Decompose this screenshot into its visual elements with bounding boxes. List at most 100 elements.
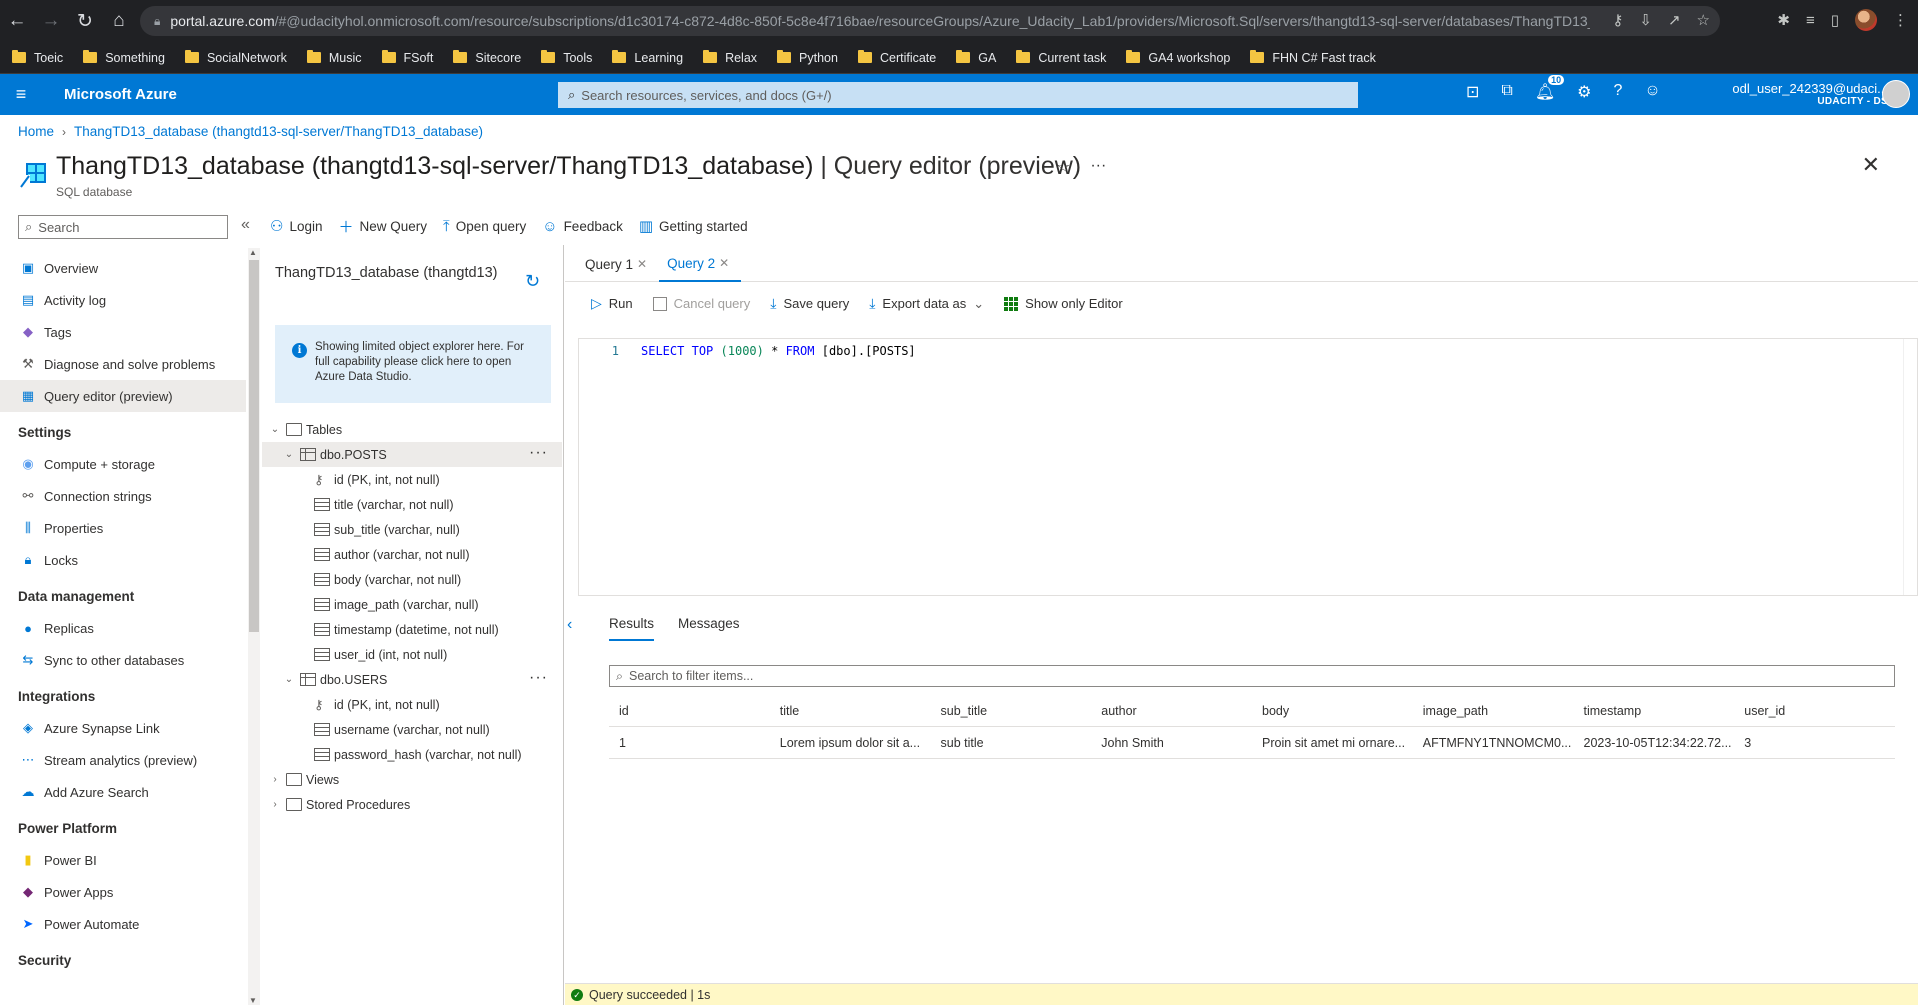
login-button[interactable]: ⚇ Login bbox=[270, 217, 323, 235]
table-cell[interactable]: Lorem ipsum dolor sit a... bbox=[770, 736, 931, 750]
getting-started-button[interactable]: ▥ Getting started bbox=[639, 217, 748, 235]
table-cell[interactable]: AFTMFNY1TNNOMCM0... bbox=[1413, 736, 1574, 750]
tree-node-column[interactable]: title (varchar, not null) bbox=[262, 492, 562, 517]
tree-node-column[interactable]: timestamp (datetime, not null) bbox=[262, 617, 562, 642]
more-options-icon[interactable]: ··· bbox=[529, 669, 548, 687]
chevron-down-icon[interactable]: ⌄ bbox=[268, 424, 282, 435]
profile-avatar[interactable] bbox=[1855, 9, 1877, 31]
tree-node-tables[interactable]: ⌄ Tables bbox=[262, 417, 562, 442]
column-header[interactable]: sub_title bbox=[931, 704, 1092, 718]
reading-list-icon[interactable]: ≡ bbox=[1806, 12, 1815, 29]
sql-code-editor[interactable]: 1 SELECT TOP (1000) * FROM [dbo].[POSTS] bbox=[578, 338, 1918, 596]
chevron-right-icon[interactable]: › bbox=[268, 774, 282, 785]
table-cell[interactable]: 3 bbox=[1734, 736, 1895, 750]
favorite-star-icon[interactable]: ☆ bbox=[1056, 157, 1070, 177]
column-header[interactable]: body bbox=[1252, 704, 1413, 718]
column-header[interactable]: image_path bbox=[1413, 704, 1574, 718]
tree-node-posts-table[interactable]: ⌄ dbo.POSTS ··· bbox=[262, 442, 562, 467]
menu-item-stream-analytics-preview[interactable]: ⋯ Stream analytics (preview) bbox=[0, 744, 246, 776]
column-header[interactable]: timestamp bbox=[1574, 704, 1735, 718]
user-avatar[interactable] bbox=[1882, 80, 1910, 108]
refresh-icon[interactable]: ↻ bbox=[525, 271, 540, 292]
tab-query-2[interactable]: Query 2 ✕ bbox=[659, 246, 742, 282]
menu-item-power-automate[interactable]: ➤ Power Automate bbox=[0, 908, 246, 940]
new-query-button[interactable]: ＋ New Query bbox=[339, 216, 428, 237]
help-icon[interactable]: ? bbox=[1614, 82, 1623, 102]
star-icon[interactable]: ☆ bbox=[1697, 11, 1710, 29]
lock-icon[interactable]: 🔒︎ bbox=[154, 14, 160, 29]
bookmark-folder[interactable]: FSoft bbox=[381, 50, 433, 65]
tree-node-column[interactable]: sub_title (varchar, null) bbox=[262, 517, 562, 542]
user-account[interactable]: odl_user_242339@udaci... UDACITY - DS bbox=[1718, 81, 1888, 107]
menu-item-diagnose-and-solve-problems[interactable]: ⚒ Diagnose and solve problems bbox=[0, 348, 246, 380]
tree-node-column[interactable]: body (varchar, not null) bbox=[262, 567, 562, 592]
table-cell[interactable]: John Smith bbox=[1091, 736, 1252, 750]
scroll-down-icon[interactable]: ▼ bbox=[249, 996, 257, 1005]
bookmark-folder[interactable]: GA4 workshop bbox=[1126, 50, 1230, 65]
table-cell[interactable]: sub title bbox=[931, 736, 1092, 750]
menu-item-compute-storage[interactable]: ◉ Compute + storage bbox=[0, 448, 246, 480]
tree-node-views[interactable]: › Views bbox=[262, 767, 562, 792]
hamburger-menu-icon[interactable]: ≡ bbox=[0, 84, 42, 105]
key-icon[interactable]: ⚷ bbox=[1612, 11, 1623, 29]
notifications-icon[interactable]: 🔔︎ 10 bbox=[1535, 75, 1565, 102]
tab-results[interactable]: Results bbox=[609, 616, 655, 641]
menu-item-connection-strings[interactable]: ⚯ Connection strings bbox=[0, 480, 246, 512]
bookmark-folder[interactable]: GA bbox=[956, 50, 996, 65]
chevron-left-icon[interactable]: ‹ bbox=[567, 616, 572, 634]
bookmark-folder[interactable]: FHN C# Fast track bbox=[1250, 50, 1376, 65]
menu-item-azure-synapse-link[interactable]: ◈ Azure Synapse Link bbox=[0, 712, 246, 744]
bookmark-folder[interactable]: Python bbox=[777, 50, 838, 65]
extensions-icon[interactable]: ✱ bbox=[1777, 11, 1790, 29]
tree-node-column[interactable]: username (varchar, not null) bbox=[262, 717, 562, 742]
column-header[interactable]: title bbox=[770, 704, 931, 718]
reload-icon[interactable]: ↻ bbox=[68, 10, 102, 33]
tree-node-stored-procedures[interactable]: › Stored Procedures bbox=[262, 792, 562, 817]
menu-item-overview[interactable]: ▣ Overview bbox=[0, 252, 246, 284]
home-icon[interactable]: ⌂ bbox=[102, 10, 136, 32]
tab-messages[interactable]: Messages bbox=[678, 616, 740, 641]
info-banner[interactable]: i Showing limited object explorer here. … bbox=[275, 325, 551, 403]
forward-icon[interactable]: → bbox=[34, 10, 68, 32]
show-only-editor-button[interactable]: Show only Editor bbox=[1004, 296, 1123, 311]
azure-brand[interactable]: Microsoft Azure bbox=[64, 86, 177, 103]
bookmark-folder[interactable]: Learning bbox=[612, 50, 683, 65]
tree-node-column[interactable]: ⚷ id (PK, int, not null) bbox=[262, 467, 562, 492]
table-cell[interactable]: Proin sit amet mi ornare... bbox=[1252, 736, 1413, 750]
close-tab-icon[interactable]: ✕ bbox=[719, 256, 729, 270]
bookmark-folder[interactable]: Certificate bbox=[857, 50, 936, 65]
share-icon[interactable]: ↗ bbox=[1668, 11, 1681, 29]
close-tab-icon[interactable]: ✕ bbox=[637, 257, 647, 271]
table-cell[interactable]: 1 bbox=[609, 736, 770, 750]
directory-filter-icon[interactable]: ⧉ bbox=[1501, 82, 1512, 102]
chevron-down-icon[interactable]: ⌄ bbox=[282, 449, 296, 460]
menu-item-power-bi[interactable]: ▮ Power BI bbox=[0, 844, 246, 876]
global-search-input[interactable]: ⌕ Search resources, services, and docs (… bbox=[558, 82, 1358, 108]
tree-node-column[interactable]: image_path (varchar, null) bbox=[262, 592, 562, 617]
menu-item-add-azure-search[interactable]: ☁ Add Azure Search bbox=[0, 776, 246, 808]
open-query-button[interactable]: ⤒ Open query bbox=[443, 218, 526, 235]
more-options-icon[interactable]: ··· bbox=[529, 444, 548, 462]
menu-scrollbar[interactable]: ▲ ▼ bbox=[248, 248, 260, 1005]
bookmark-folder[interactable]: SocialNetwork bbox=[184, 50, 287, 65]
menu-item-tags[interactable]: ◆ Tags bbox=[0, 316, 246, 348]
tree-node-column[interactable]: password_hash (varchar, not null) bbox=[262, 742, 562, 767]
feedback-icon[interactable]: ☺ bbox=[1644, 82, 1660, 102]
bookmark-folder[interactable]: Sitecore bbox=[453, 50, 521, 65]
bookmark-folder[interactable]: Toeic bbox=[12, 50, 63, 65]
back-icon[interactable]: ← bbox=[0, 10, 34, 32]
column-header[interactable]: author bbox=[1091, 704, 1252, 718]
menu-item-power-apps[interactable]: ◆ Power Apps bbox=[0, 876, 246, 908]
address-bar[interactable]: 🔒︎ portal.azure.com/#@udacityhol.onmicro… bbox=[140, 6, 1720, 36]
bookmark-folder[interactable]: Something bbox=[83, 50, 165, 65]
run-button[interactable]: ▷ Run bbox=[591, 295, 633, 312]
menu-item-query-editor-preview[interactable]: ▦ Query editor (preview) bbox=[0, 380, 246, 412]
menu-item-activity-log[interactable]: ▤ Activity log bbox=[0, 284, 246, 316]
close-icon[interactable]: ✕ bbox=[1862, 152, 1880, 178]
menu-item-sync-to-other-databases[interactable]: ⇆ Sync to other databases bbox=[0, 644, 246, 676]
table-row[interactable]: 1 Lorem ipsum dolor sit a... sub title John… bbox=[609, 727, 1895, 759]
tree-node-users-table[interactable]: ⌄ dbo.USERS ··· bbox=[262, 667, 562, 692]
tree-node-column[interactable]: author (varchar, not null) bbox=[262, 542, 562, 567]
tree-node-column[interactable]: user_id (int, not null) bbox=[262, 642, 562, 667]
chevron-down-icon[interactable]: ⌄ bbox=[282, 674, 296, 685]
